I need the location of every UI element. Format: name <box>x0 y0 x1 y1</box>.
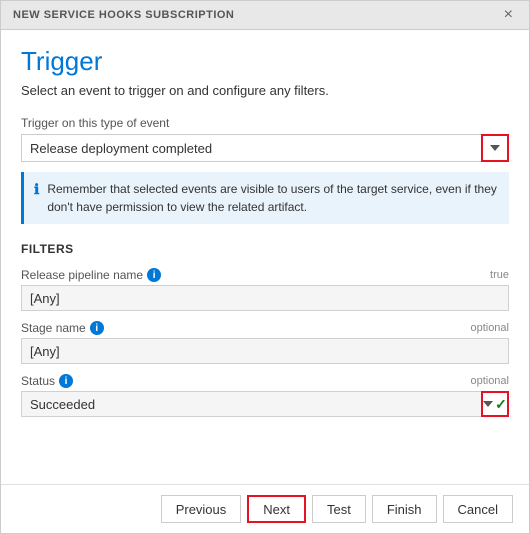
info-text: Remember that selected events are visibl… <box>47 180 499 216</box>
filter-label-pipeline: Release pipeline name i <box>21 268 161 282</box>
trigger-select-wrapper: Release deployment completed Release cre… <box>21 134 509 162</box>
filter-row-pipeline: Release pipeline name i true <box>21 268 509 311</box>
dialog-title: NEW SERVICE HOOKS SUBSCRIPTION <box>13 9 234 21</box>
filters-heading: FILTERS <box>21 242 509 256</box>
filter-label-pipeline-text: Release pipeline name <box>21 268 143 282</box>
filter-info-icon-status[interactable]: i <box>59 374 73 388</box>
filter-input-pipeline[interactable] <box>21 285 509 311</box>
trigger-select[interactable]: Release deployment completed Release cre… <box>21 134 509 162</box>
dialog-header: NEW SERVICE HOOKS SUBSCRIPTION × <box>1 1 529 30</box>
previous-button[interactable]: Previous <box>161 495 242 523</box>
finish-button[interactable]: Finish <box>372 495 437 523</box>
filter-input-stage[interactable] <box>21 338 509 364</box>
filter-label-stage: Stage name i <box>21 321 104 335</box>
filter-label-status: Status i <box>21 374 73 388</box>
page-title: Trigger <box>21 46 509 77</box>
filter-label-status-text: Status <box>21 374 55 388</box>
status-select[interactable]: Succeeded Failed [Any] <box>21 391 509 417</box>
info-icon: ℹ <box>34 181 39 198</box>
filter-label-row-pipeline: Release pipeline name i true <box>21 268 509 282</box>
status-select-wrapper: Succeeded Failed [Any] ✓ <box>21 391 509 417</box>
dialog: NEW SERVICE HOOKS SUBSCRIPTION × Trigger… <box>0 0 530 534</box>
page-subtitle: Select an event to trigger on and config… <box>21 83 509 98</box>
filter-info-icon-pipeline[interactable]: i <box>147 268 161 282</box>
trigger-label: Trigger on this type of event <box>21 116 509 130</box>
dialog-body: Trigger Select an event to trigger on an… <box>1 30 529 484</box>
filter-label-row-stage: Stage name i optional <box>21 321 509 335</box>
filter-row-status: Status i optional Succeeded Failed [Any]… <box>21 374 509 417</box>
close-button[interactable]: × <box>500 7 517 23</box>
filter-label-row-status: Status i optional <box>21 374 509 388</box>
filter-label-stage-text: Stage name <box>21 321 86 335</box>
filter-optional-stage: optional <box>470 322 509 334</box>
cancel-button[interactable]: Cancel <box>443 495 513 523</box>
filter-optional-pipeline: true <box>490 269 509 281</box>
filter-row-stage: Stage name i optional <box>21 321 509 364</box>
filter-optional-status: optional <box>470 375 509 387</box>
test-button[interactable]: Test <box>312 495 366 523</box>
next-button[interactable]: Next <box>247 495 306 523</box>
dialog-footer: Previous Next Test Finish Cancel <box>1 484 529 533</box>
info-box: ℹ Remember that selected events are visi… <box>21 172 509 224</box>
filter-info-icon-stage[interactable]: i <box>90 321 104 335</box>
